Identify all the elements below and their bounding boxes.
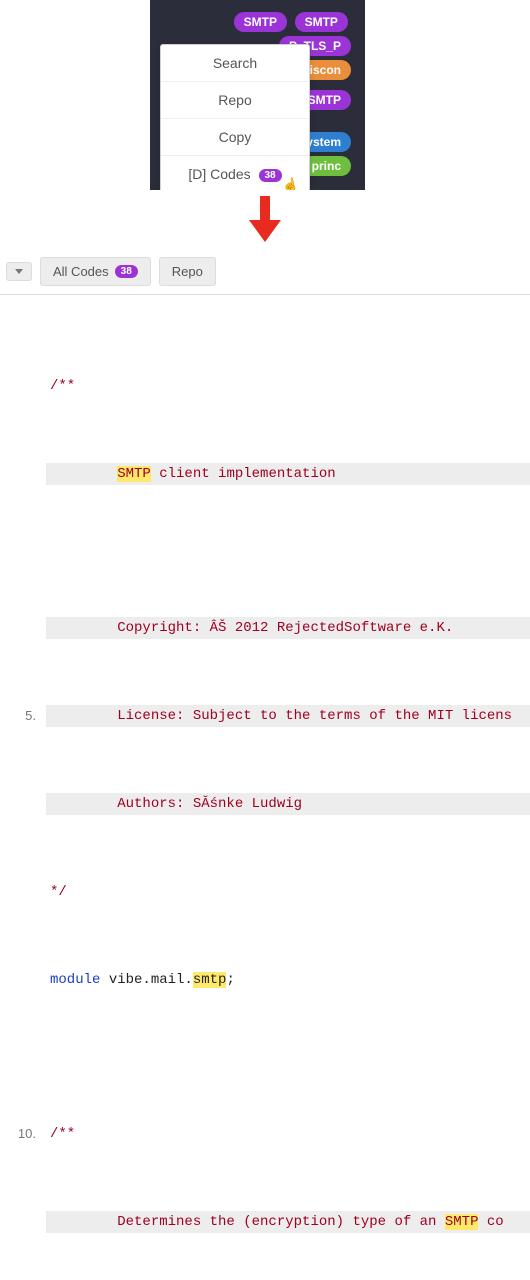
all-codes-button[interactable]: All Codes 38: [40, 257, 151, 286]
code-text: client implementation: [151, 466, 336, 482]
tag-panel: SMTP SMTP Search Repo Copy [D] Codes 38 …: [150, 0, 365, 190]
gutter: [0, 793, 46, 815]
code-text: */: [50, 884, 67, 900]
tag-smtp-partial-1[interactable]: SMTP: [295, 12, 348, 32]
flow-arrow: [0, 190, 530, 251]
tag-smtp[interactable]: SMTP: [234, 12, 287, 32]
arrow-down-icon: [247, 196, 283, 244]
code-keyword: module: [50, 972, 100, 988]
gutter: [0, 463, 46, 485]
menu-copy[interactable]: Copy: [161, 119, 309, 156]
code-text: Copyright: ÂŠ 2012 RejectedSoftware e.K.: [50, 620, 453, 636]
line-number-5: 5.: [0, 705, 46, 727]
all-codes-badge: 38: [115, 265, 138, 278]
menu-search[interactable]: Search: [161, 45, 309, 82]
code-toolbar: All Codes 38 Repo: [0, 251, 530, 295]
menu-codes[interactable]: [D] Codes 38 ☝: [161, 156, 309, 190]
code-text: License: Subject to the terms of the MIT…: [50, 708, 512, 724]
repo-button[interactable]: Repo: [159, 257, 216, 286]
menu-repo[interactable]: Repo: [161, 82, 309, 119]
highlight-smtp: SMTP: [445, 1214, 479, 1230]
gutter: [0, 881, 46, 903]
gutter: [0, 375, 46, 397]
code-text: [50, 466, 117, 482]
chevron-down-icon: [15, 269, 23, 274]
line-number-10: 10.: [0, 1123, 46, 1145]
dropdown-button[interactable]: [6, 262, 32, 281]
pointer-cursor-icon: ☝: [280, 176, 300, 190]
code-text: /**: [50, 378, 75, 394]
code-text: Determines the (encryption) type of an: [50, 1214, 445, 1230]
code-text: vibe.mail.: [100, 972, 192, 988]
menu-codes-badge: 38: [259, 169, 282, 182]
menu-codes-label: [D] Codes: [188, 166, 250, 182]
code-listing: /** SMTP client implementation Copyright…: [0, 295, 530, 1280]
gutter: [0, 969, 46, 991]
gutter: [0, 1211, 46, 1233]
gutter: [0, 617, 46, 639]
highlight-smtp: SMTP: [117, 466, 151, 482]
tag-row-1: SMTP SMTP: [160, 12, 355, 32]
code-text: Authors: SĂśnke Ludwig: [50, 796, 302, 812]
context-menu: Search Repo Copy [D] Codes 38 ☝: [160, 44, 310, 190]
highlight-smtp: smtp: [193, 972, 227, 988]
code-text: ;: [226, 972, 234, 988]
code-text: co: [478, 1214, 503, 1230]
code-text: /**: [50, 1126, 75, 1142]
all-codes-label: All Codes: [53, 264, 109, 279]
